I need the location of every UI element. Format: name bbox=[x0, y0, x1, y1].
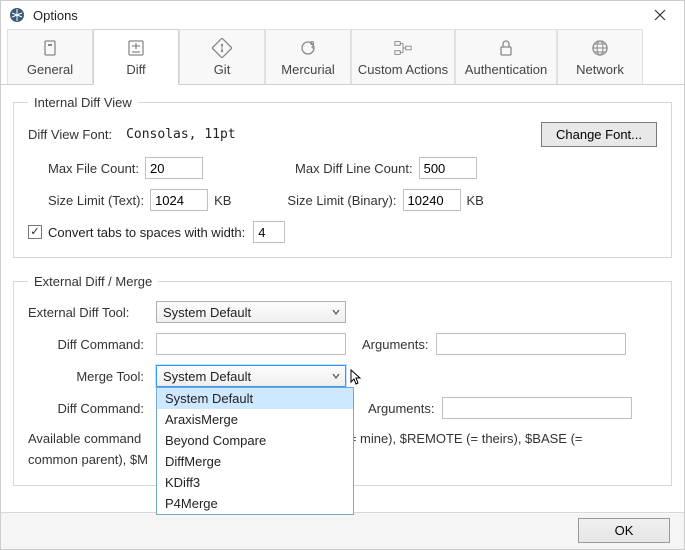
merge-arguments-input[interactable] bbox=[442, 397, 632, 419]
max-file-count-label: Max File Count: bbox=[48, 161, 139, 176]
cursor-icon bbox=[350, 369, 364, 387]
checkbox-icon: ✓ bbox=[28, 225, 42, 239]
size-limit-text-label: Size Limit (Text): bbox=[48, 193, 144, 208]
diff-arguments-input[interactable] bbox=[436, 333, 626, 355]
convert-tabs-checkbox[interactable]: ✓ Convert tabs to spaces with width: bbox=[28, 225, 245, 240]
size-limit-binary-input[interactable] bbox=[403, 189, 461, 211]
max-diff-line-input[interactable] bbox=[419, 157, 477, 179]
lock-icon bbox=[496, 38, 516, 58]
merge-tool-option[interactable]: AraxisMerge bbox=[157, 409, 353, 430]
external-diff-tool-label: External Diff Tool: bbox=[28, 305, 148, 320]
diff-arguments-label: Arguments: bbox=[362, 337, 428, 352]
custom-actions-icon bbox=[393, 38, 413, 58]
diff-icon bbox=[126, 38, 146, 58]
globe-icon bbox=[590, 38, 610, 58]
max-file-count-input[interactable] bbox=[145, 157, 203, 179]
window-title: Options bbox=[33, 8, 640, 23]
tab-general[interactable]: General bbox=[7, 29, 93, 84]
merge-tool-option[interactable]: System Default bbox=[157, 388, 353, 409]
tab-label: Authentication bbox=[465, 62, 547, 77]
chevron-down-icon bbox=[331, 371, 341, 381]
ok-button[interactable]: OK bbox=[578, 518, 670, 543]
tab-authentication[interactable]: Authentication bbox=[455, 29, 557, 84]
merge-arguments-label: Arguments: bbox=[368, 401, 434, 416]
merge-tool-option[interactable]: Beyond Compare bbox=[157, 430, 353, 451]
change-font-button[interactable]: Change Font... bbox=[541, 122, 657, 147]
max-diff-line-label: Max Diff Line Count: bbox=[295, 161, 413, 176]
merge-tool-option[interactable]: P4Merge bbox=[157, 493, 353, 514]
convert-tabs-label: Convert tabs to spaces with width: bbox=[48, 225, 245, 240]
convert-tabs-width-input[interactable] bbox=[253, 221, 285, 243]
tab-label: Custom Actions bbox=[358, 62, 448, 77]
tab-diff[interactable]: Diff bbox=[93, 29, 179, 85]
tab-custom-actions[interactable]: Custom Actions bbox=[351, 29, 455, 84]
chevron-down-icon bbox=[331, 307, 341, 317]
window-close-button[interactable] bbox=[640, 1, 680, 29]
app-icon bbox=[9, 7, 25, 23]
tab-network[interactable]: Network bbox=[557, 29, 643, 84]
tab-label: Git bbox=[214, 62, 231, 77]
kb-label-2: KB bbox=[467, 193, 484, 208]
general-icon bbox=[40, 38, 60, 58]
internal-legend: Internal Diff View bbox=[28, 95, 138, 110]
diff-command-input[interactable] bbox=[156, 333, 346, 355]
tab-mercurial[interactable]: Mercurial bbox=[265, 29, 351, 84]
tab-label: General bbox=[27, 62, 73, 77]
diff-font-label: Diff View Font: bbox=[28, 127, 112, 142]
merge-tool-option[interactable]: KDiff3 bbox=[157, 472, 353, 493]
external-diff-tool-select[interactable]: System Default bbox=[156, 301, 346, 323]
tab-label: Network bbox=[576, 62, 624, 77]
merge-tool-dropdown: System Default AraxisMerge Beyond Compar… bbox=[156, 387, 354, 515]
tab-git[interactable]: Git bbox=[179, 29, 265, 84]
merge-tool-label: Merge Tool: bbox=[28, 369, 148, 384]
size-limit-text-input[interactable] bbox=[150, 189, 208, 211]
git-icon bbox=[212, 38, 232, 58]
external-diff-merge-group: External Diff / Merge External Diff Tool… bbox=[13, 274, 672, 486]
external-legend: External Diff / Merge bbox=[28, 274, 158, 289]
size-limit-binary-label: Size Limit (Binary): bbox=[287, 193, 396, 208]
diff-command-label: Diff Command: bbox=[28, 337, 148, 352]
merge-tool-option[interactable]: DiffMerge bbox=[157, 451, 353, 472]
tab-label: Mercurial bbox=[281, 62, 334, 77]
tab-label: Diff bbox=[126, 62, 145, 77]
external-diff-tool-value: System Default bbox=[163, 305, 251, 320]
merge-command-label: Diff Command: bbox=[28, 401, 148, 416]
internal-diff-view-group: Internal Diff View Diff View Font: Conso… bbox=[13, 95, 672, 258]
kb-label-1: KB bbox=[214, 193, 231, 208]
tab-bar: General Diff Git Mercurial Custom Action… bbox=[1, 29, 684, 85]
diff-font-value: Consolas, 11pt bbox=[126, 127, 236, 142]
merge-tool-value: System Default bbox=[163, 369, 251, 384]
mercurial-icon bbox=[298, 38, 318, 58]
merge-tool-select[interactable]: System Default System Default AraxisMerg… bbox=[156, 365, 346, 387]
